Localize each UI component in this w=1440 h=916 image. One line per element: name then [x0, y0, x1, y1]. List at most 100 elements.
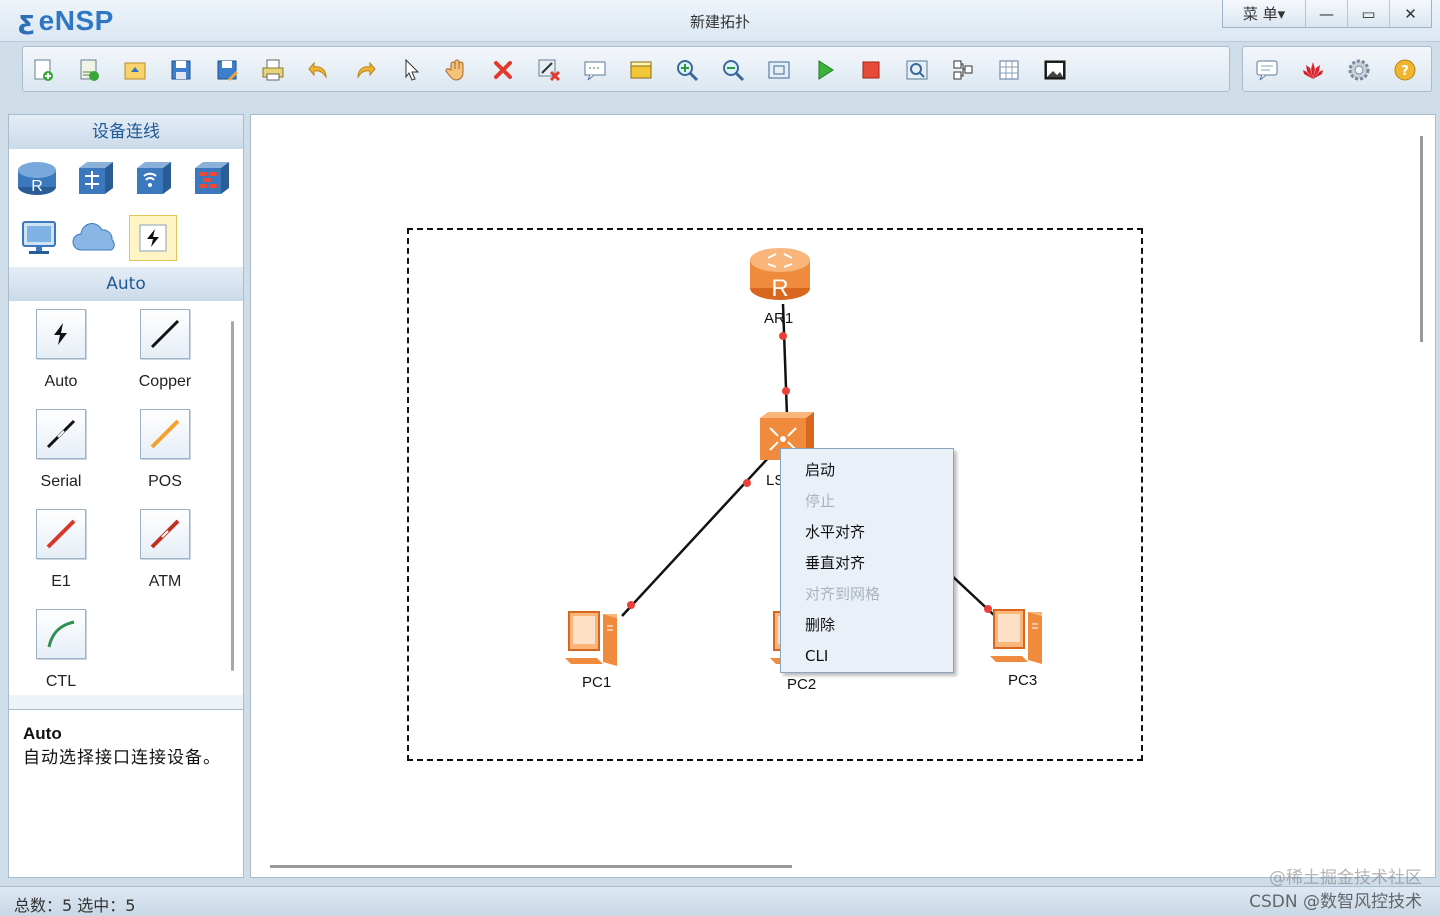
menu-button[interactable]: 菜 单▾	[1223, 0, 1305, 27]
menu-item-cli[interactable]: CLI	[805, 644, 828, 668]
minimize-button[interactable]: —	[1305, 0, 1347, 27]
show-ports-icon[interactable]	[949, 56, 977, 84]
description-title: Auto	[23, 724, 62, 743]
svg-text:R: R	[31, 178, 43, 195]
cable-e1[interactable]: E1	[11, 501, 111, 597]
fit-view-icon[interactable]	[765, 56, 793, 84]
new-exam-icon[interactable]	[75, 56, 103, 84]
cable-label: Serial	[40, 473, 82, 490]
cable-list-scrollbar[interactable]	[231, 321, 234, 671]
atm-cable-icon	[140, 509, 190, 559]
copper-cable-icon	[140, 309, 190, 359]
cable-label: E1	[51, 573, 71, 590]
ctl-cable-icon	[36, 609, 86, 659]
router-icon: R	[750, 248, 810, 302]
canvas-vertical-scrollbar[interactable]	[1420, 136, 1423, 342]
device-panel-header: 设备连线	[9, 115, 243, 149]
router-category-icon[interactable]: R	[13, 155, 61, 201]
cable-serial[interactable]: Serial	[11, 401, 111, 497]
help-icon[interactable]: ?	[1391, 56, 1419, 84]
watermark-juejin: @稀土掘金技术社区	[1269, 868, 1422, 888]
e1-cable-icon	[36, 509, 86, 559]
huawei-icon[interactable]	[1299, 56, 1327, 84]
delete-link-icon[interactable]	[535, 56, 563, 84]
cloud-category-icon[interactable]	[71, 215, 119, 261]
zoom-in-icon[interactable]	[673, 56, 701, 84]
connection-category-icon[interactable]	[129, 215, 177, 261]
router-ar1[interactable]: R	[748, 244, 812, 302]
pan-hand-icon[interactable]	[443, 56, 471, 84]
device-panel: 设备连线 R Auto Auto Copper Serial POS E1 AT…	[8, 114, 244, 878]
chat-icon[interactable]	[1253, 56, 1281, 84]
text-annotation-icon[interactable]	[581, 56, 609, 84]
capture-icon[interactable]	[903, 56, 931, 84]
cable-ctl[interactable]: CTL	[11, 601, 111, 697]
maximize-button[interactable]: ▭	[1347, 0, 1389, 27]
print-icon[interactable]	[259, 56, 287, 84]
close-button[interactable]: ✕	[1389, 0, 1431, 27]
pc-category-icon[interactable]	[15, 215, 63, 261]
aux-toolbar: ?	[1242, 46, 1432, 92]
status-bar: 总数：5 选中：5	[0, 886, 1440, 916]
auto-cable-icon	[36, 309, 86, 359]
grid-icon[interactable]	[995, 56, 1023, 84]
cable-label: Copper	[138, 373, 192, 390]
svg-text:?: ?	[1401, 64, 1409, 79]
wireless-category-icon[interactable]	[129, 155, 177, 201]
node-label-ar1: AR1	[764, 310, 794, 327]
menu-item-stop[interactable]: 停止	[805, 489, 835, 513]
topology-screenshot-icon[interactable]	[1041, 56, 1069, 84]
window-title: 新建拓扑	[689, 13, 750, 31]
app-name: eNSP	[38, 5, 114, 36]
palette-icon[interactable]	[627, 56, 655, 84]
cable-atm[interactable]: ATM	[115, 501, 215, 597]
zoom-out-icon[interactable]	[719, 56, 747, 84]
serial-cable-icon	[36, 409, 86, 459]
cable-label: ATM	[148, 573, 182, 590]
context-menu: 启动 停止 水平对齐 垂直对齐 对齐到网格 删除 CLI	[780, 448, 954, 673]
switch-category-icon[interactable]	[71, 155, 119, 201]
cable-copper[interactable]: Copper	[115, 301, 215, 397]
main-toolbar	[22, 46, 1230, 92]
canvas-horizontal-scrollbar[interactable]	[270, 865, 792, 868]
menu-item-align-horizontal[interactable]: 水平对齐	[805, 520, 865, 544]
ensp-logo-icon: ƹ	[18, 6, 35, 36]
pc-pc3[interactable]	[988, 604, 1056, 668]
node-label-pc2: PC2	[787, 676, 817, 693]
undo-icon[interactable]	[305, 56, 333, 84]
new-topology-icon[interactable]	[29, 56, 57, 84]
firewall-category-icon[interactable]	[187, 155, 235, 201]
redo-icon[interactable]	[351, 56, 379, 84]
save-as-icon[interactable]	[213, 56, 241, 84]
description-box: Auto 自动选择接口连接设备。	[9, 709, 243, 877]
node-label-pc3: PC3	[1008, 672, 1038, 689]
open-icon[interactable]	[121, 56, 149, 84]
pc-pc1[interactable]	[563, 606, 631, 670]
delete-icon[interactable]	[489, 56, 517, 84]
select-pointer-icon[interactable]	[397, 56, 425, 84]
menu-item-start[interactable]: 启动	[805, 458, 835, 482]
device-category-grid: R	[9, 149, 243, 267]
description-text: 自动选择接口连接设备。	[23, 748, 221, 768]
cable-pos[interactable]: POS	[115, 401, 215, 497]
pc-icon	[990, 609, 1042, 664]
save-icon[interactable]	[167, 56, 195, 84]
cable-list: Auto Copper Serial POS E1 ATM CTL	[9, 301, 243, 695]
menu-item-delete[interactable]: 删除	[805, 613, 835, 637]
watermark-csdn: CSDN @数智风控技术	[1249, 892, 1422, 912]
pos-cable-icon	[140, 409, 190, 459]
cable-label: Auto	[44, 373, 78, 390]
menu-item-align-vertical[interactable]: 垂直对齐	[805, 551, 865, 575]
title-bar: ƹ eNSP 新建拓扑 菜 单▾ — ▭ ✕	[0, 0, 1440, 42]
pc-icon	[565, 611, 617, 666]
node-label-pc1: PC1	[582, 674, 612, 691]
cable-label: POS	[148, 473, 182, 490]
svg-text:R: R	[771, 275, 788, 302]
start-all-icon[interactable]	[811, 56, 839, 84]
cable-auto[interactable]: Auto	[11, 301, 111, 397]
menu-item-snap-grid[interactable]: 对齐到网格	[805, 582, 880, 606]
stop-all-icon[interactable]	[857, 56, 885, 84]
cable-panel-header: Auto	[9, 267, 243, 301]
settings-gear-icon[interactable]	[1345, 56, 1373, 84]
status-text: 总数：5 选中：5	[14, 896, 136, 915]
